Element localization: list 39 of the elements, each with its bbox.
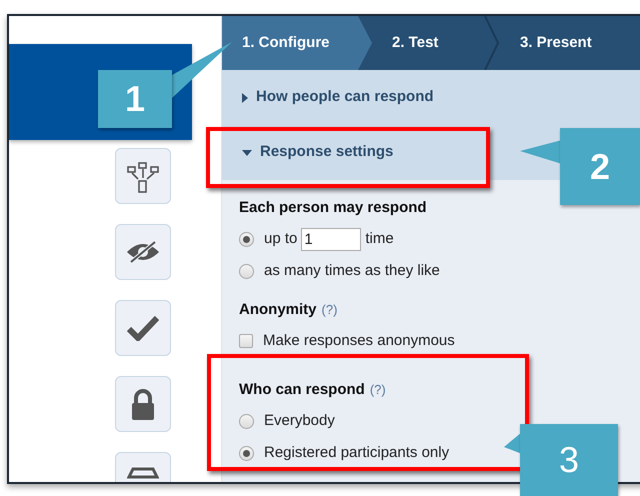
option-label: Make responses anonymous [263,330,455,351]
step-number-callout: 1 [98,70,172,128]
tool-button[interactable] [115,300,171,356]
option-label: Registered participants only [264,443,450,464]
checkbox[interactable] [239,334,253,348]
option-label: as many times as they like [264,261,440,282]
section-header[interactable]: How people can respond [222,70,640,125]
section-title: How people can respond [256,87,434,108]
radio-button[interactable] [239,446,254,461]
count-input[interactable]: 1 [301,228,362,251]
help-link[interactable]: (?) [322,300,338,319]
group-heading: Each person may respond [239,198,428,218]
radio-button[interactable] [239,414,254,429]
tool-button[interactable] [115,224,171,280]
option-label: time [365,229,394,250]
eye-slash-icon [126,240,160,264]
callout-pointer [518,138,562,166]
group-heading: Anonymity [239,300,317,320]
radio-button[interactable] [239,264,254,279]
caret-down-icon [242,150,252,156]
step-tab[interactable]: 3. Present [500,16,640,70]
group-heading: Who can respond [239,380,365,400]
check-icon [127,315,159,341]
step-number-callout: 2 [560,128,640,205]
section-title: Response settings [260,142,394,162]
radio-button[interactable] [239,232,254,247]
chevron-icon [484,16,500,70]
tool-button[interactable] [115,148,171,204]
lock-icon [130,389,156,421]
step-tab[interactable]: 1. Configure [222,16,372,70]
network-icon [126,161,160,195]
caret-right-icon [242,92,248,102]
help-link[interactable]: (?) [370,380,386,400]
option-label: up to [264,229,298,250]
option-label: Everybody [264,411,335,432]
tray-icon [127,467,159,479]
step-number-callout: 3 [520,424,618,496]
tool-button[interactable] [115,376,171,432]
step-tab[interactable]: 2. Test [372,16,500,70]
